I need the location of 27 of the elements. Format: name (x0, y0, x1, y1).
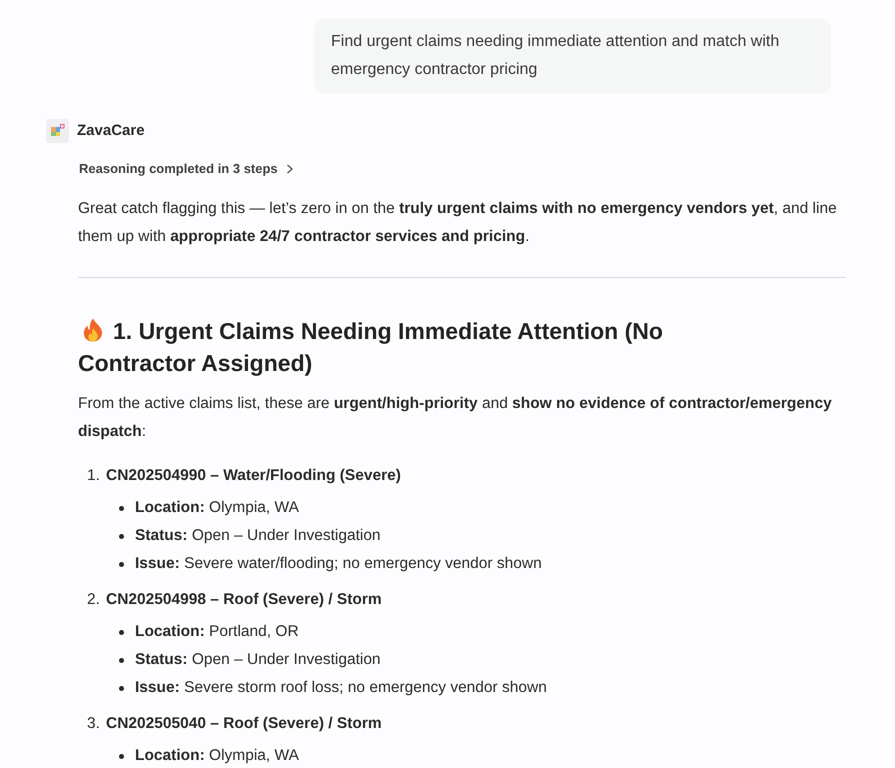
section-heading: 1. Urgent Claims Needing Immediate Attention (No Contractor Assigned) (78, 317, 664, 378)
bullet-icon (119, 686, 124, 690)
bullet-icon (119, 658, 124, 662)
bullet-icon (119, 534, 124, 538)
claim-title: CN202505040 – Roof (Severe) / Storm (106, 714, 382, 734)
claim-detail: Issue: Severe storm roof loss; no emergency vendor shown (135, 678, 547, 698)
assistant-name: ZavaCare (77, 121, 145, 141)
claim-detail: Issue: Severe water/flooding; no emergency vendor shown (135, 554, 542, 574)
claim-title: CN202504990 – Water/Flooding (Severe) (106, 466, 401, 486)
claim-detail: Location: Olympia, WA (135, 746, 299, 766)
bullet-icon (119, 506, 124, 510)
bullet-icon (119, 562, 124, 566)
bullet-icon (119, 754, 124, 758)
fire-icon (82, 318, 104, 342)
list-number: 2. (86, 590, 101, 610)
list-number: 3. (86, 714, 101, 734)
claim-title: CN202504998 – Roof (Severe) / Storm (106, 590, 382, 610)
claim-detail: Status: Open – Under Investigation (135, 526, 381, 546)
user-message: Find urgent claims needing immediate attention and match with emergency contractor pricing (314, 19, 831, 93)
intro-paragraph: Great catch flagging this — let’s zero in on the truly urgent claims with no emergency vendors yet, and line them up with appropriate 24/7 contractor services and pricing. (78, 199, 838, 247)
list-number: 1. (86, 466, 101, 486)
bullet-icon (119, 630, 124, 634)
claim-detail: Location: Olympia, WA (135, 498, 299, 518)
section-intro: From the active claims list, these are urgent/high-priority and show no evidence of contractor/emergency dispatch: (78, 394, 833, 442)
claim-detail: Status: Open – Under Investigation (135, 650, 381, 670)
reasoning-toggle[interactable]: Reasoning completed in 3 steps (78, 159, 294, 179)
claim-detail: Location: Portland, OR (135, 622, 299, 642)
